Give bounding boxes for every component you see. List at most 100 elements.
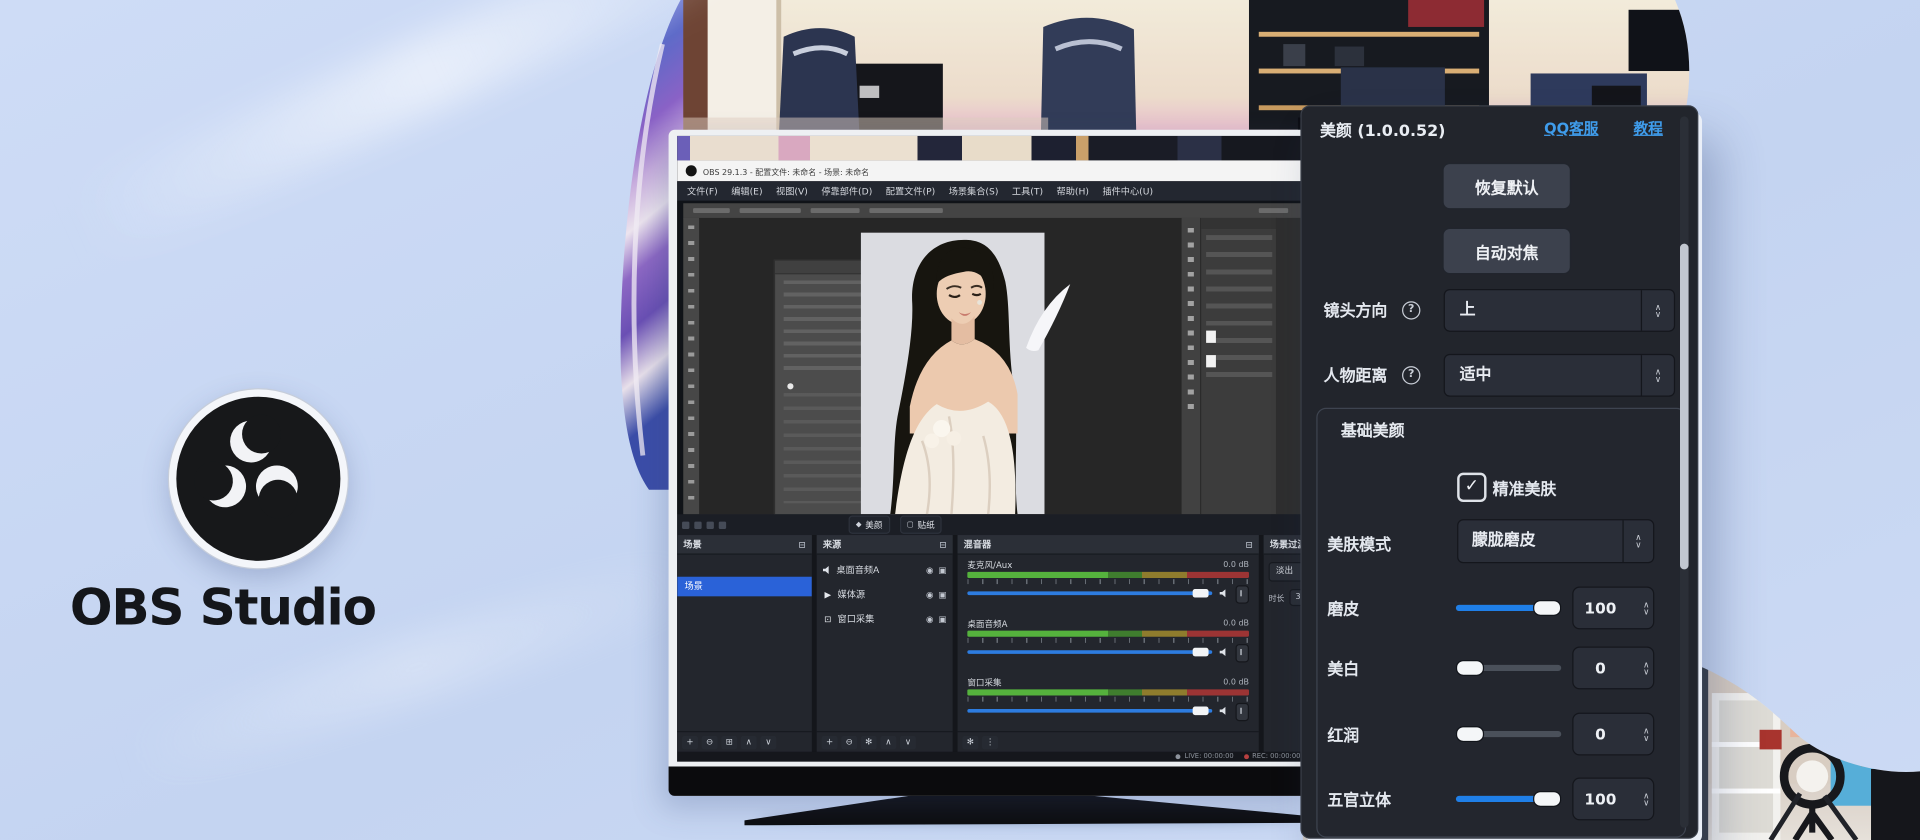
- speaker-icon[interactable]: [1220, 648, 1229, 657]
- fader-knob[interactable]: [1236, 585, 1249, 603]
- move-down-button[interactable]: ∨: [900, 735, 916, 748]
- lock-icon[interactable]: ▣: [938, 614, 946, 624]
- menu-help[interactable]: 帮助(H): [1057, 184, 1089, 197]
- restore-defaults-button[interactable]: 恢复默认: [1442, 163, 1571, 210]
- menu-tools[interactable]: 工具(T): [1012, 184, 1043, 197]
- meter-ticks: [967, 579, 1249, 584]
- scenes-header: 场景 ⊟: [677, 535, 812, 555]
- spinner-icons[interactable]: ∧∨: [1641, 355, 1674, 395]
- eye-icon[interactable]: ◉: [926, 614, 933, 624]
- slider-handle[interactable]: [1533, 791, 1561, 807]
- lock-icon[interactable]: ▣: [938, 590, 946, 600]
- slider-value-box[interactable]: 0 ∧∨: [1572, 713, 1654, 756]
- qq-support-link[interactable]: QQ客服: [1544, 118, 1598, 139]
- dock-mini-icon[interactable]: [707, 521, 714, 528]
- menu-docks[interactable]: 停靠部件(D): [821, 184, 872, 197]
- mixer-db: 0.0 dB: [1223, 560, 1249, 571]
- mixer-config-button[interactable]: ✻: [962, 735, 978, 748]
- add-source-button[interactable]: +: [822, 735, 838, 748]
- source-row[interactable]: 桌面音频A ◉ ▣: [817, 560, 953, 581]
- fader-knob[interactable]: [1236, 644, 1249, 662]
- group-title: 基础美颜: [1341, 418, 1405, 441]
- move-up-button[interactable]: ∧: [741, 735, 757, 748]
- speaker-icon[interactable]: [1220, 589, 1229, 598]
- lock-icon[interactable]: ▣: [938, 565, 946, 575]
- live-status: LIVE: 00:00:00: [1184, 753, 1233, 760]
- stack-icon[interactable]: ⊟: [1245, 539, 1252, 549]
- help-icon[interactable]: ?: [1402, 366, 1420, 384]
- sources-toolbar: + ⊖ ✻ ∧ ∨: [817, 731, 953, 752]
- menu-plugin-center[interactable]: 插件中心(U): [1102, 184, 1153, 197]
- menu-view[interactable]: 视图(V): [776, 184, 808, 197]
- stack-icon[interactable]: ⊟: [939, 539, 946, 549]
- slider-value-box[interactable]: 100 ∧∨: [1572, 587, 1654, 630]
- help-icon[interactable]: ?: [1402, 301, 1420, 319]
- fader-knob[interactable]: [1236, 703, 1249, 721]
- spinner-icons[interactable]: ∧∨: [1641, 290, 1674, 330]
- move-up-button[interactable]: ∧: [880, 735, 896, 748]
- mixer-channel-name: 桌面音频A: [967, 618, 1007, 629]
- dock-mini-icon[interactable]: [719, 521, 726, 528]
- skin-mode-select[interactable]: 朦胧磨皮 ∧∨: [1457, 519, 1654, 563]
- menu-edit[interactable]: 编辑(E): [731, 184, 762, 197]
- remove-scene-button[interactable]: ⊖: [702, 735, 718, 748]
- menu-file[interactable]: 文件(F): [687, 184, 718, 197]
- spinner-icons[interactable]: ∧∨: [1643, 779, 1649, 819]
- duplicate-scene-button[interactable]: ⊞: [721, 735, 737, 748]
- mixer-more-button[interactable]: ⋮: [982, 735, 998, 748]
- slider-label: 美白: [1327, 656, 1359, 679]
- slider-handle[interactable]: [1456, 726, 1484, 742]
- slider-value: 0: [1573, 714, 1627, 754]
- volume-slider-handle[interactable]: [1193, 707, 1209, 716]
- obs-titlebar[interactable]: OBS 29.1.3 - 配置文件: 未命名 - 场景: 未命名: [677, 160, 1310, 181]
- add-scene-button[interactable]: +: [682, 735, 698, 748]
- spinner-icons[interactable]: ∧∨: [1643, 714, 1649, 754]
- subject-distance-select[interactable]: 适中 ∧∨: [1444, 354, 1675, 397]
- source-row[interactable]: ▶ 媒体源 ◉ ▣: [817, 584, 953, 605]
- menu-scene-collection[interactable]: 场景集合(S): [949, 184, 999, 197]
- slider-value-box[interactable]: 100 ∧∨: [1572, 778, 1654, 821]
- brand-title: OBS Studio: [51, 578, 394, 637]
- scene-item[interactable]: 场景: [677, 577, 812, 597]
- speaker-icon[interactable]: [1220, 707, 1229, 716]
- dock-mini-icon[interactable]: [682, 521, 689, 528]
- ps-layers-panel: [1200, 218, 1277, 514]
- tutorial-link[interactable]: 教程: [1633, 118, 1662, 139]
- ps-adjustment-strip: [1182, 218, 1200, 514]
- remove-source-button[interactable]: ⊖: [841, 735, 857, 748]
- spinner-icons[interactable]: ∧∨: [1643, 648, 1649, 688]
- slider-value-box[interactable]: 0 ∧∨: [1572, 647, 1654, 690]
- source-row[interactable]: ⊡ 窗口采集 ◉ ▣: [817, 609, 953, 630]
- mixer-channel-name: 窗口采集: [967, 677, 1001, 688]
- volume-slider-handle[interactable]: [1193, 648, 1209, 657]
- obs-title-text: OBS 29.1.3 - 配置文件: 未命名 - 场景: 未命名: [703, 165, 869, 177]
- beauty-quick-button[interactable]: ◆ 美颜: [849, 516, 890, 534]
- monitor-screen: OBS 29.1.3 - 配置文件: 未命名 - 场景: 未命名 文件(F) 编…: [677, 136, 1310, 762]
- slider-value: 100: [1573, 588, 1627, 628]
- mixer-channel: 窗口采集0.0 dB: [967, 677, 1249, 719]
- rec-status: REC: 00:00:00: [1252, 753, 1300, 760]
- menu-profile[interactable]: 配置文件(P): [886, 184, 935, 197]
- slider-handle[interactable]: [1533, 600, 1561, 616]
- pin-icon: ◆: [856, 520, 862, 529]
- eye-icon[interactable]: ◉: [926, 590, 933, 600]
- sticker-quick-button[interactable]: ▢ 贴纸: [900, 516, 942, 534]
- volume-slider[interactable]: [967, 709, 1212, 713]
- volume-slider[interactable]: [967, 591, 1212, 595]
- volume-slider-handle[interactable]: [1193, 589, 1209, 598]
- dock-mini-icon[interactable]: [694, 521, 701, 528]
- scrollbar-thumb[interactable]: [1680, 244, 1689, 570]
- source-name: 媒体源: [838, 588, 922, 601]
- spinner-icons[interactable]: ∧∨: [1622, 520, 1653, 562]
- source-properties-button[interactable]: ✻: [861, 735, 877, 748]
- spinner-icons[interactable]: ∧∨: [1643, 588, 1649, 628]
- volume-slider[interactable]: [967, 650, 1212, 654]
- stack-icon[interactable]: ⊟: [799, 539, 806, 549]
- eye-icon[interactable]: ◉: [926, 565, 933, 575]
- monitor-bezel: [669, 767, 1311, 796]
- autofocus-button[interactable]: 自动对焦: [1442, 228, 1571, 275]
- move-down-button[interactable]: ∨: [760, 735, 776, 748]
- precise-skin-checkbox[interactable]: ✓: [1457, 473, 1486, 502]
- slider-handle[interactable]: [1456, 660, 1484, 676]
- camera-direction-select[interactable]: 上 ∧∨: [1444, 289, 1675, 332]
